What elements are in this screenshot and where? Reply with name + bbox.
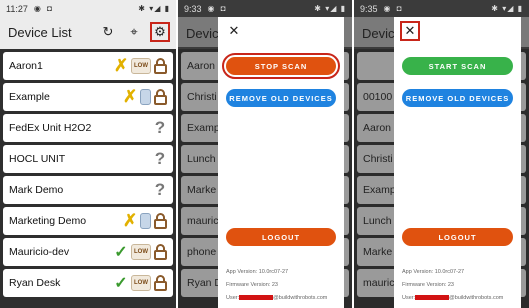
- device-name: FedEx Unit H2O2: [9, 122, 92, 134]
- redacted-block: [415, 295, 450, 301]
- device-indicators: ?: [153, 149, 167, 169]
- status-notification-icons: ◉ ◘: [207, 4, 228, 13]
- lock-icon: [154, 275, 167, 291]
- start-scan-button[interactable]: START SCAN: [402, 57, 513, 75]
- firmware-version: Firmware Version: 23: [402, 282, 454, 288]
- status-bar: 11:27 ◉ ◘ ✱ ▾◢ ▮: [0, 0, 176, 17]
- device-name: Mark Demo: [9, 184, 64, 196]
- status-system-icons: ✱ ▾◢ ▮: [138, 4, 170, 13]
- device-indicators: ✓ LOW: [114, 273, 167, 293]
- device-row[interactable]: Aaron1 ✗ LOW: [3, 52, 173, 80]
- locate-icon[interactable]: ⌖: [126, 24, 142, 40]
- user-label: User:: [226, 295, 240, 301]
- app-version: App Version: 10.0rc07-27: [226, 269, 289, 275]
- device-indicators: ?: [153, 118, 167, 138]
- device-indicators: ✗: [123, 87, 167, 107]
- x-mark-icon: ✗: [123, 87, 138, 106]
- device-indicators: ✗: [123, 211, 167, 231]
- status-bar: 9:35 ◉ ◘ ✱ ▾◢ ▮: [354, 0, 529, 17]
- low-level-badge: LOW: [131, 275, 151, 291]
- phone-drawer-scanning: 9:33 ◉ ◘ ✱ ▾◢ ▮ Device Aaron Christi Examp…: [178, 0, 352, 308]
- device-row[interactable]: Mauricio-dev ✓ LOW: [3, 238, 173, 266]
- low-level-badge: LOW: [131, 244, 151, 260]
- settings-drawer: ✕ START SCAN REMOVE OLD DEVICES LOGOUT A…: [394, 17, 521, 308]
- device-list: Aaron1 ✗ LOW Example ✗ FedEx Unit H2O2? HOCL U…: [0, 49, 176, 308]
- status-time: 9:35: [360, 3, 378, 14]
- gear-icon[interactable]: ⚙: [150, 22, 170, 42]
- question-icon: ?: [154, 180, 166, 199]
- close-icon[interactable]: ✕: [226, 23, 242, 39]
- device-name: Ryan Desk: [9, 277, 61, 289]
- user-email-domain: @buildwithrobots.com: [449, 295, 504, 301]
- checkmark-icon: ✓: [114, 275, 128, 292]
- canister-icon: [140, 213, 151, 229]
- x-mark-icon: ✗: [114, 56, 129, 75]
- device-row[interactable]: Marketing Demo ✗: [3, 207, 173, 235]
- phone-drawer-idle: 9:35 ◉ ◘ ✱ ▾◢ ▮ Device 00100 Aaron Christi…: [354, 0, 529, 308]
- settings-drawer: ✕ STOP SCAN REMOVE OLD DEVICES LOGOUT Ap…: [218, 17, 344, 308]
- status-time: 9:33: [184, 3, 202, 14]
- logout-button[interactable]: LOGOUT: [402, 228, 513, 246]
- status-system-icons: ✱ ▾◢ ▮: [491, 4, 523, 13]
- lock-icon: [154, 213, 167, 229]
- status-notification-icons: ◉ ◘: [383, 4, 404, 13]
- device-row[interactable]: Mark Demo?: [3, 176, 173, 204]
- status-bar: 9:33 ◉ ◘ ✱ ▾◢ ▮: [178, 0, 352, 17]
- firmware-version: Firmware Version: 23: [226, 282, 278, 288]
- user-info: User: @buildwithrobots.com: [402, 295, 517, 301]
- device-row[interactable]: Example ✗: [3, 83, 173, 111]
- page-title: Device List: [8, 24, 72, 40]
- app-bar: Device List ↻ ⌖ ⚙: [0, 17, 176, 47]
- lock-icon: [154, 244, 167, 260]
- logout-button[interactable]: LOGOUT: [226, 228, 336, 246]
- refresh-icon[interactable]: ↻: [100, 24, 116, 40]
- device-indicators: ✓ LOW: [114, 242, 167, 262]
- user-email-domain: @buildwithrobots.com: [273, 295, 328, 301]
- device-indicators: ?: [153, 180, 167, 200]
- device-row[interactable]: Ryan Desk ✓ LOW: [3, 269, 173, 297]
- user-label: User:: [402, 295, 416, 301]
- device-indicators: ✗ LOW: [114, 56, 167, 76]
- question-icon: ?: [154, 118, 166, 137]
- lock-icon: [154, 58, 167, 74]
- device-row[interactable]: FedEx Unit H2O2?: [3, 114, 173, 142]
- device-name: Marketing Demo: [9, 215, 87, 227]
- device-name: Mauricio-dev: [9, 246, 70, 258]
- status-system-icons: ✱ ▾◢ ▮: [314, 4, 346, 13]
- device-name: Example: [9, 91, 50, 103]
- redacted-block: [239, 295, 274, 301]
- device-name: Aaron1: [9, 60, 43, 72]
- phone-device-list: 11:27 ◉ ◘ ✱ ▾◢ ▮ Device List ↻ ⌖ ⚙ Aaron…: [0, 0, 176, 308]
- device-row[interactable]: HOCL UNIT?: [3, 145, 173, 173]
- device-name: HOCL UNIT: [9, 153, 66, 165]
- app-version: App Version: 10.0rc07-27: [402, 269, 465, 275]
- status-time: 11:27: [6, 3, 28, 14]
- status-notification-icons: ◉ ◘: [33, 4, 54, 13]
- canister-icon: [140, 89, 151, 105]
- remove-old-devices-button[interactable]: REMOVE OLD DEVICES: [402, 89, 513, 107]
- low-level-badge: LOW: [131, 58, 151, 74]
- stop-scan-button[interactable]: STOP SCAN: [222, 53, 340, 79]
- x-mark-icon: ✗: [123, 211, 138, 230]
- remove-old-devices-button[interactable]: REMOVE OLD DEVICES: [226, 89, 336, 107]
- question-icon: ?: [154, 149, 166, 168]
- lock-icon: [154, 89, 167, 105]
- checkmark-icon: ✓: [114, 244, 128, 261]
- close-icon[interactable]: ✕: [400, 21, 420, 41]
- user-info: User: @buildwithrobots.com: [226, 295, 340, 301]
